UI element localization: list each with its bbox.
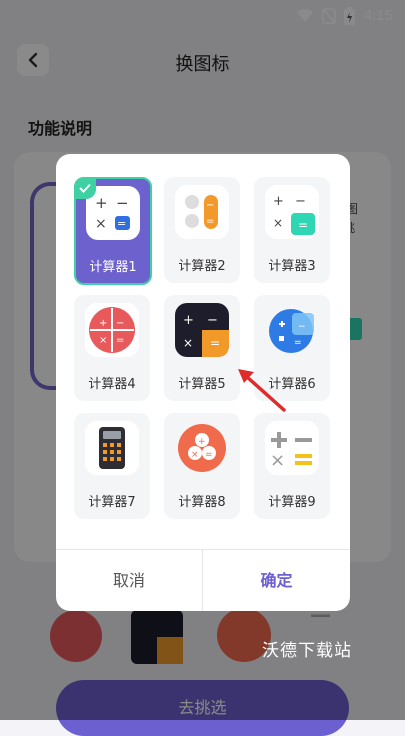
confirm-button[interactable]: 确定 [203, 550, 350, 611]
icon-picker-dialog: + − × = 计算器1 − = 计算器2 + − × = 计算器3 + − × = 计算器4 + −… [56, 154, 350, 611]
red-arrow-annotation [238, 369, 286, 412]
cancel-button[interactable]: 取消 [56, 550, 202, 611]
watermark: 沃德下载站 [262, 641, 352, 661]
